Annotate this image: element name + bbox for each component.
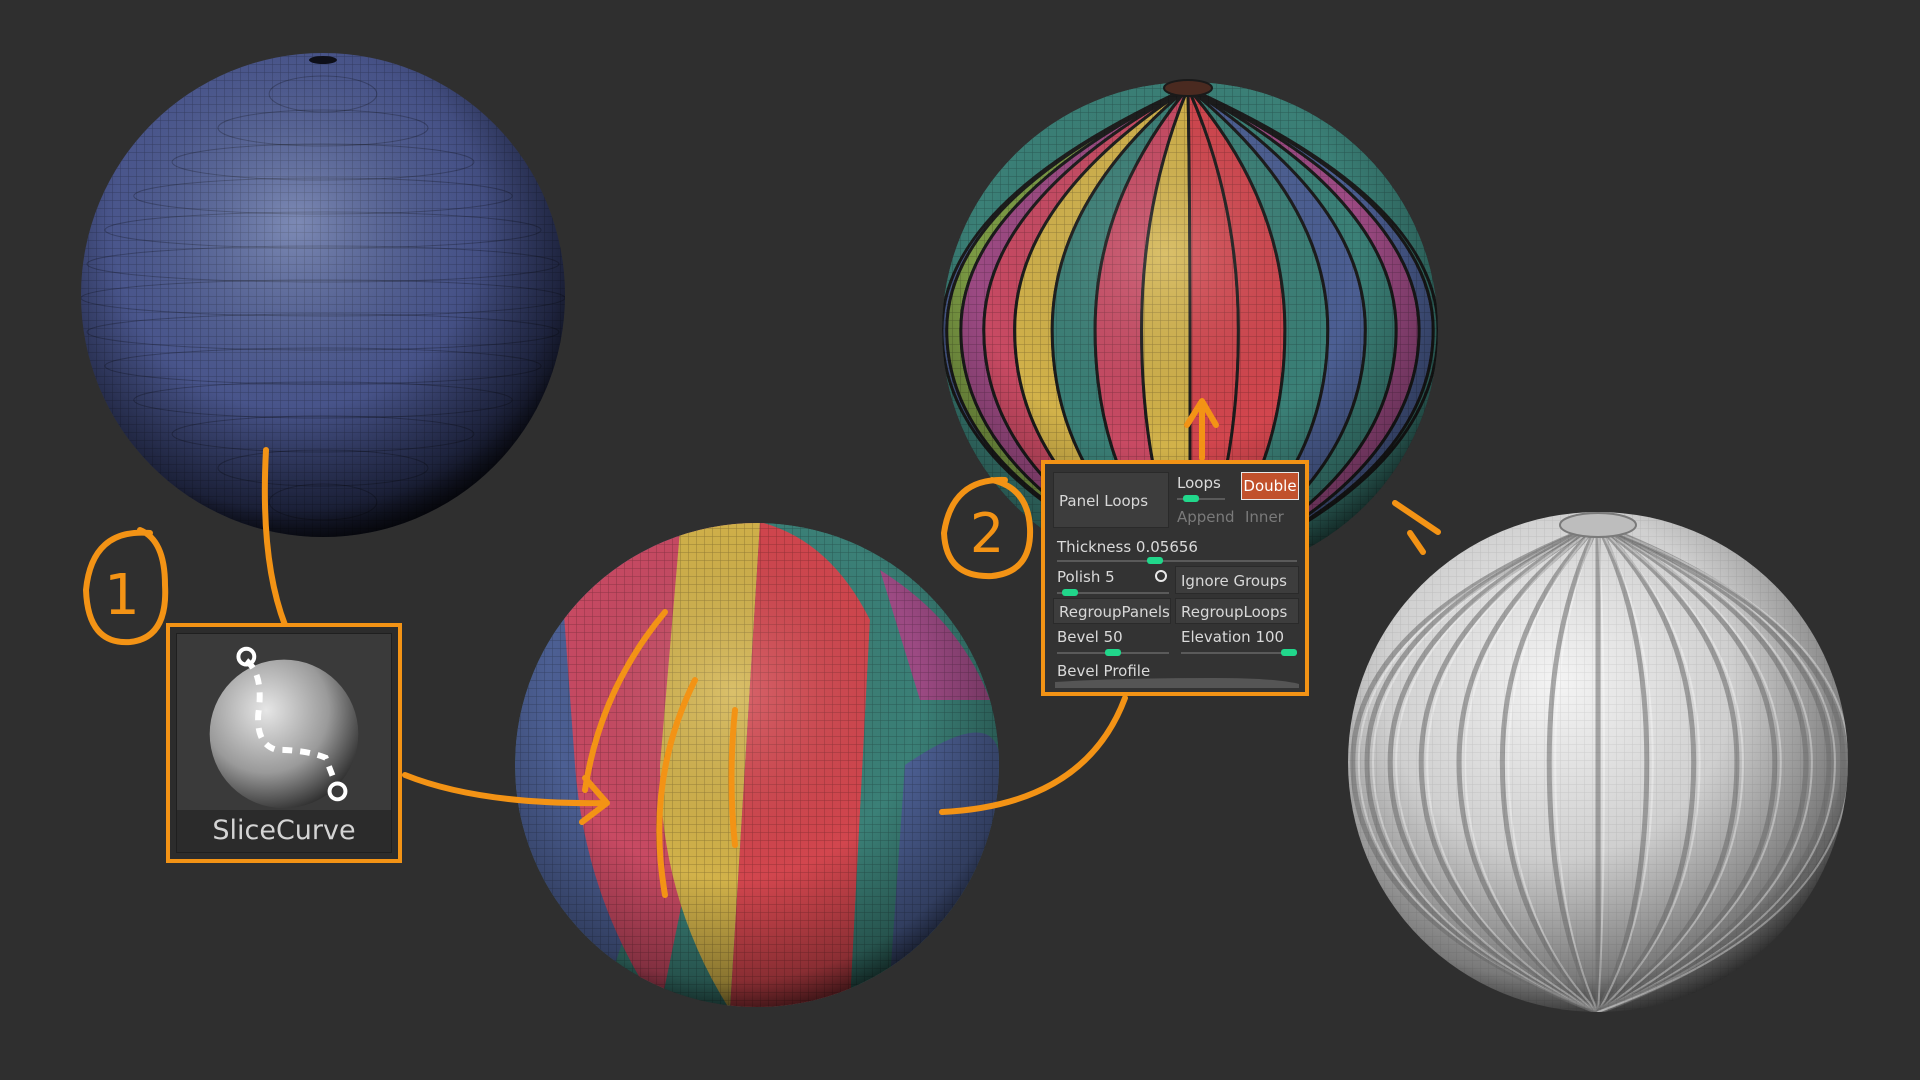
- bevel-label-text: Bevel: [1057, 628, 1099, 646]
- inner-button[interactable]: Inner: [1245, 508, 1284, 526]
- loops-slider[interactable]: [1177, 495, 1225, 502]
- step-one-number: 1: [104, 563, 140, 628]
- brush-tile-inner: SliceCurve: [176, 633, 392, 853]
- polish-label[interactable]: Polish 5: [1057, 568, 1115, 586]
- final-ribbed-sphere: [1348, 512, 1848, 1012]
- elevation-value: 100: [1255, 628, 1285, 646]
- bevel-value: 50: [1103, 628, 1123, 646]
- slicecurve-brush-tile[interactable]: SliceCurve: [166, 623, 402, 863]
- loops-slider-knob[interactable]: [1183, 495, 1199, 502]
- thickness-label-text: Thickness: [1057, 538, 1132, 556]
- polish-circle-icon[interactable]: [1155, 570, 1167, 582]
- step-two-number: 2: [970, 502, 1004, 565]
- base-sphere: [81, 53, 565, 537]
- polish-label-text: Polish: [1057, 568, 1101, 586]
- elevation-slider-knob[interactable]: [1281, 649, 1297, 656]
- polish-value: 5: [1105, 568, 1115, 586]
- bevel-slider[interactable]: [1057, 649, 1169, 656]
- append-button[interactable]: Append: [1177, 508, 1235, 526]
- thickness-label[interactable]: Thickness 0.05656: [1057, 538, 1198, 556]
- bevel-profile-curve[interactable]: [1055, 670, 1299, 688]
- elevation-slider[interactable]: [1181, 649, 1297, 656]
- double-button[interactable]: Double: [1241, 472, 1299, 500]
- sliced-sphere: [515, 523, 999, 1007]
- ignore-groups-button[interactable]: Ignore Groups: [1175, 566, 1299, 594]
- equals-line-1: [1392, 500, 1441, 535]
- slicecurve-brush-icon: [209, 646, 359, 809]
- thickness-slider-knob[interactable]: [1147, 557, 1163, 564]
- bevel-label[interactable]: Bevel 50: [1057, 628, 1123, 646]
- thickness-slider[interactable]: [1057, 557, 1297, 564]
- bevel-slider-knob[interactable]: [1105, 649, 1121, 656]
- regroup-loops-button[interactable]: RegroupLoops: [1175, 598, 1299, 624]
- loops-label: Loops: [1177, 474, 1221, 492]
- polish-slider[interactable]: [1057, 589, 1169, 596]
- elevation-label[interactable]: Elevation 100: [1181, 628, 1284, 646]
- diagram-canvas: 1 2: [81, 53, 1848, 1012]
- regroup-panels-button[interactable]: RegroupPanels: [1053, 598, 1171, 624]
- curve-stroke-3: [728, 707, 738, 848]
- brush-name-label: SliceCurve: [177, 810, 391, 852]
- elevation-label-text: Elevation: [1181, 628, 1251, 646]
- polish-slider-knob[interactable]: [1062, 589, 1078, 596]
- panel-loops-settings: Panel Loops Loops Double Append Inner Th…: [1041, 460, 1309, 696]
- thickness-value: 0.05656: [1135, 538, 1198, 556]
- panel-loops-button[interactable]: Panel Loops: [1053, 472, 1169, 528]
- equals-line-2: [1407, 530, 1426, 555]
